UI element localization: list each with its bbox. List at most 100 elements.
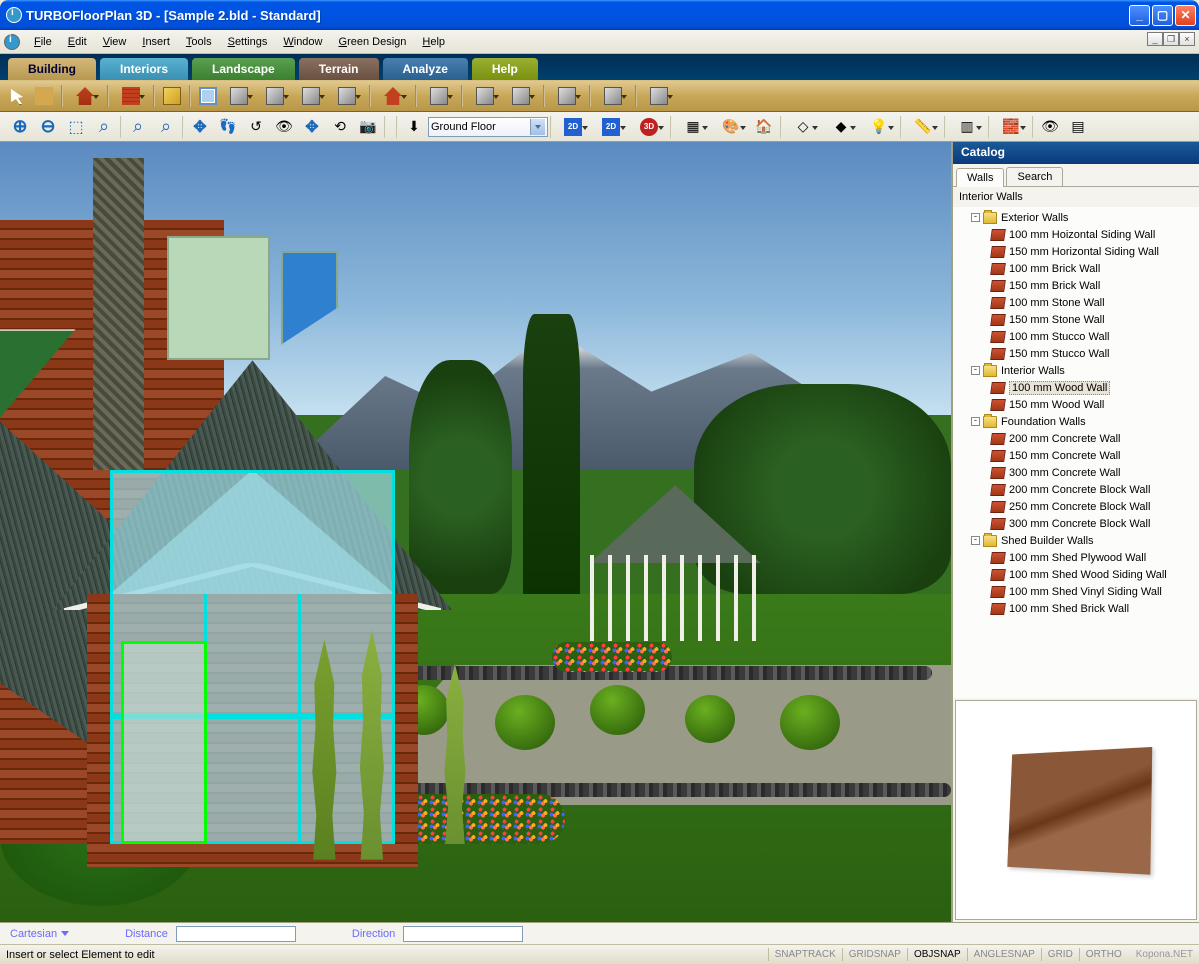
tree-item[interactable]: 100 mm Shed Wood Siding Wall [957,566,1195,583]
distance-input[interactable] [176,926,296,942]
pan-button[interactable] [187,114,213,140]
look-button[interactable]: 👁 [271,114,297,140]
document-icon[interactable] [4,34,20,50]
tree-item[interactable]: 150 mm Wood Wall [957,396,1195,413]
trim-tool[interactable] [642,84,676,108]
tree-folder[interactable]: -Foundation Walls [957,413,1195,430]
layers-button[interactable]: ▦ [675,114,711,140]
zoom-in-button[interactable] [7,114,33,140]
tree-item[interactable]: 100 mm Shed Plywood Wall [957,549,1195,566]
minimize-button[interactable]: _ [1129,5,1150,26]
dimension-tool[interactable] [596,84,630,108]
floor-tool[interactable] [422,84,456,108]
ceiling-tool[interactable] [330,84,364,108]
tree-item[interactable]: 200 mm Concrete Block Wall [957,481,1195,498]
door-tool[interactable] [222,84,256,108]
tab-landscape[interactable]: Landscape [192,58,295,80]
texture-button[interactable]: 🧱 [993,114,1029,140]
tab-terrain[interactable]: Terrain [299,58,379,80]
pillar-tool[interactable] [550,84,584,108]
tree-collapse-icon[interactable]: - [971,536,980,545]
menu-tools[interactable]: Tools [178,33,220,51]
catalog-tab-search[interactable]: Search [1006,167,1063,186]
walk-button[interactable] [215,114,241,140]
zoom-previous-button[interactable] [153,114,179,140]
foundation-tool[interactable] [468,84,502,108]
opening-tool[interactable] [258,84,292,108]
tree-item[interactable]: 300 mm Concrete Wall [957,464,1195,481]
tab-building[interactable]: Building [8,58,96,80]
tree-folder[interactable]: -Interior Walls [957,362,1195,379]
navigate-button[interactable] [299,114,325,140]
deck-tool[interactable] [504,84,538,108]
tree-folder[interactable]: -Shed Builder Walls [957,532,1195,549]
status-toggle-objsnap[interactable]: OBJSNAP [907,948,967,961]
status-toggle-gridsnap[interactable]: GRIDSNAP [842,948,907,961]
tree-item[interactable]: 100 mm Wood Wall [957,379,1195,396]
render-button[interactable]: ◆ [823,114,859,140]
tree-item[interactable]: 150 mm Stone Wall [957,311,1195,328]
menu-window[interactable]: Window [275,33,330,51]
zoom-extents-button[interactable] [91,114,117,140]
tab-analyze[interactable]: Analyze [383,58,468,80]
menu-view[interactable]: View [95,33,135,51]
status-toggle-grid[interactable]: GRID [1041,948,1079,961]
status-toggle-anglesnap[interactable]: ANGLESNAP [967,948,1041,961]
close-button[interactable]: ✕ [1175,5,1196,26]
catalog-tab-walls[interactable]: Walls [956,168,1004,187]
house-wizard-tcommon[interactable] [68,84,102,108]
tree-item[interactable]: 300 mm Concrete Block Wall [957,515,1195,532]
3d-viewport[interactable] [0,142,953,922]
menu-insert[interactable]: Insert [134,33,178,51]
display-filter-button[interactable]: ▥ [949,114,985,140]
tree-collapse-icon[interactable]: - [971,213,980,222]
tree-item[interactable]: 250 mm Concrete Block Wall [957,498,1195,515]
wall-tool[interactable] [114,84,148,108]
window-tool[interactable] [196,84,220,108]
tab-interiors[interactable]: Interiors [100,58,188,80]
menu-edit[interactable]: Edit [60,33,95,51]
tree-item[interactable]: 200 mm Concrete Wall [957,430,1195,447]
lighting-button[interactable]: 💡 [861,114,897,140]
coord-mode-selector[interactable]: Cartesian [10,928,69,940]
catalog-tree[interactable]: -Exterior Walls100 mm Hoizontal Siding W… [953,207,1199,698]
tree-folder[interactable]: -Exterior Walls [957,209,1195,226]
floor-down-button[interactable]: ⬇ [401,114,427,140]
zoom-realtime-button[interactable] [125,114,151,140]
menu-help[interactable]: Help [414,33,453,51]
measure-button[interactable]: 📏 [905,114,941,140]
fly-button[interactable]: ⟲ [327,114,353,140]
menu-green-design[interactable]: Green Design [331,33,415,51]
view-3d-button[interactable]: 3D [631,114,667,140]
status-toggle-ortho[interactable]: ORTHO [1079,948,1128,961]
menu-file[interactable]: File [26,33,60,51]
view-style-button[interactable]: ◇ [785,114,821,140]
tree-item[interactable]: 150 mm Concrete Wall [957,447,1195,464]
tree-collapse-icon[interactable]: - [971,366,980,375]
tree-collapse-icon[interactable]: - [971,417,980,426]
mdi-minimize[interactable]: _ [1147,32,1163,46]
column-tool[interactable] [160,84,184,108]
select-tool[interactable] [6,84,30,108]
tree-item[interactable]: 100 mm Hoizontal Siding Wall [957,226,1195,243]
tree-item[interactable]: 150 mm Horizontal Siding Wall [957,243,1195,260]
menu-settings[interactable]: Settings [220,33,276,51]
home-view-button[interactable]: 🏠 [751,114,777,140]
roof-tool[interactable] [376,84,410,108]
view-2d-designer-button[interactable]: 2D [593,114,629,140]
tab-help[interactable]: Help [472,58,538,80]
tree-item[interactable]: 100 mm Brick Wall [957,260,1195,277]
view-options-button[interactable]: 👁 [1037,114,1063,140]
tree-item[interactable]: 150 mm Stucco Wall [957,345,1195,362]
maximize-button[interactable]: ▢ [1152,5,1173,26]
catalog-toggle-button[interactable]: ▤ [1065,114,1091,140]
tree-item[interactable]: 100 mm Stone Wall [957,294,1195,311]
orbit-button[interactable]: ↺ [243,114,269,140]
tree-item[interactable]: 150 mm Brick Wall [957,277,1195,294]
mdi-close[interactable]: × [1179,32,1195,46]
tree-item[interactable]: 100 mm Shed Vinyl Siding Wall [957,583,1195,600]
mdi-restore[interactable]: ❐ [1163,32,1179,46]
tree-item[interactable]: 100 mm Stucco Wall [957,328,1195,345]
view-2d-button[interactable]: 2D [555,114,591,140]
paint-tool[interactable] [32,84,56,108]
